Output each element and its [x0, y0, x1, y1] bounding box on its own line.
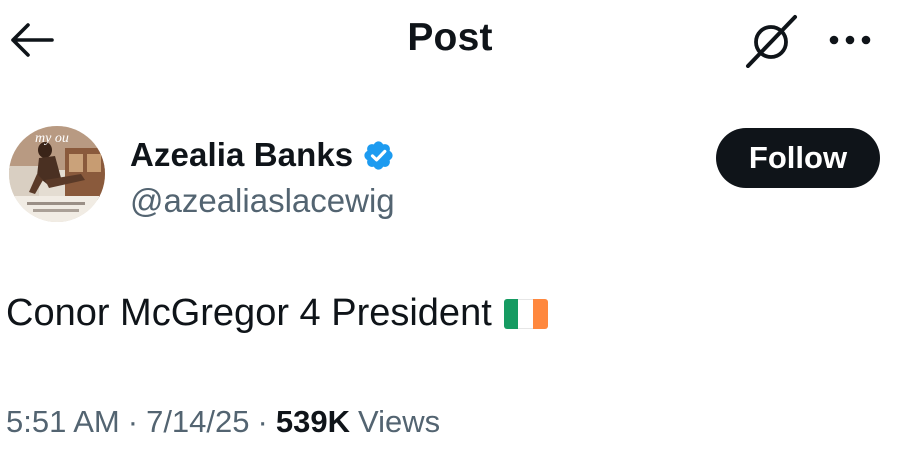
- more-options-button[interactable]: [818, 20, 882, 60]
- grok-icon: [746, 15, 797, 68]
- verified-badge-icon[interactable]: [362, 139, 395, 172]
- author-handle[interactable]: @azealiaslacewig: [130, 182, 395, 220]
- grok-button[interactable]: [742, 12, 802, 68]
- post-time[interactable]: 5:51 AM: [6, 404, 120, 440]
- post-date[interactable]: 7/14/25: [146, 404, 249, 440]
- follow-button[interactable]: Follow: [716, 128, 880, 188]
- flag-ireland-icon: [503, 298, 548, 329]
- avatar[interactable]: my ou: [9, 126, 105, 222]
- views-label: Views: [357, 404, 441, 439]
- meta-separator: ·: [127, 404, 139, 439]
- post-text: Conor McGregor 4 President: [6, 292, 548, 335]
- more-horizontal-icon: [829, 35, 871, 45]
- author-display-name[interactable]: Azealia Banks: [130, 136, 353, 174]
- author-row: my ou Azealia Banks @azealiaslacewig Fol…: [0, 118, 900, 238]
- post-text-content: Conor McGregor 4 President: [6, 292, 492, 334]
- name-row: Azealia Banks: [130, 136, 395, 174]
- meta-separator: ·: [257, 404, 268, 439]
- post-meta: 5:51 AM · 7/14/25 · 539K Views: [6, 404, 440, 440]
- top-bar: Post: [0, 0, 900, 82]
- views-count[interactable]: 539K: [276, 404, 350, 440]
- avatar-watermark-text: my ou: [35, 131, 69, 146]
